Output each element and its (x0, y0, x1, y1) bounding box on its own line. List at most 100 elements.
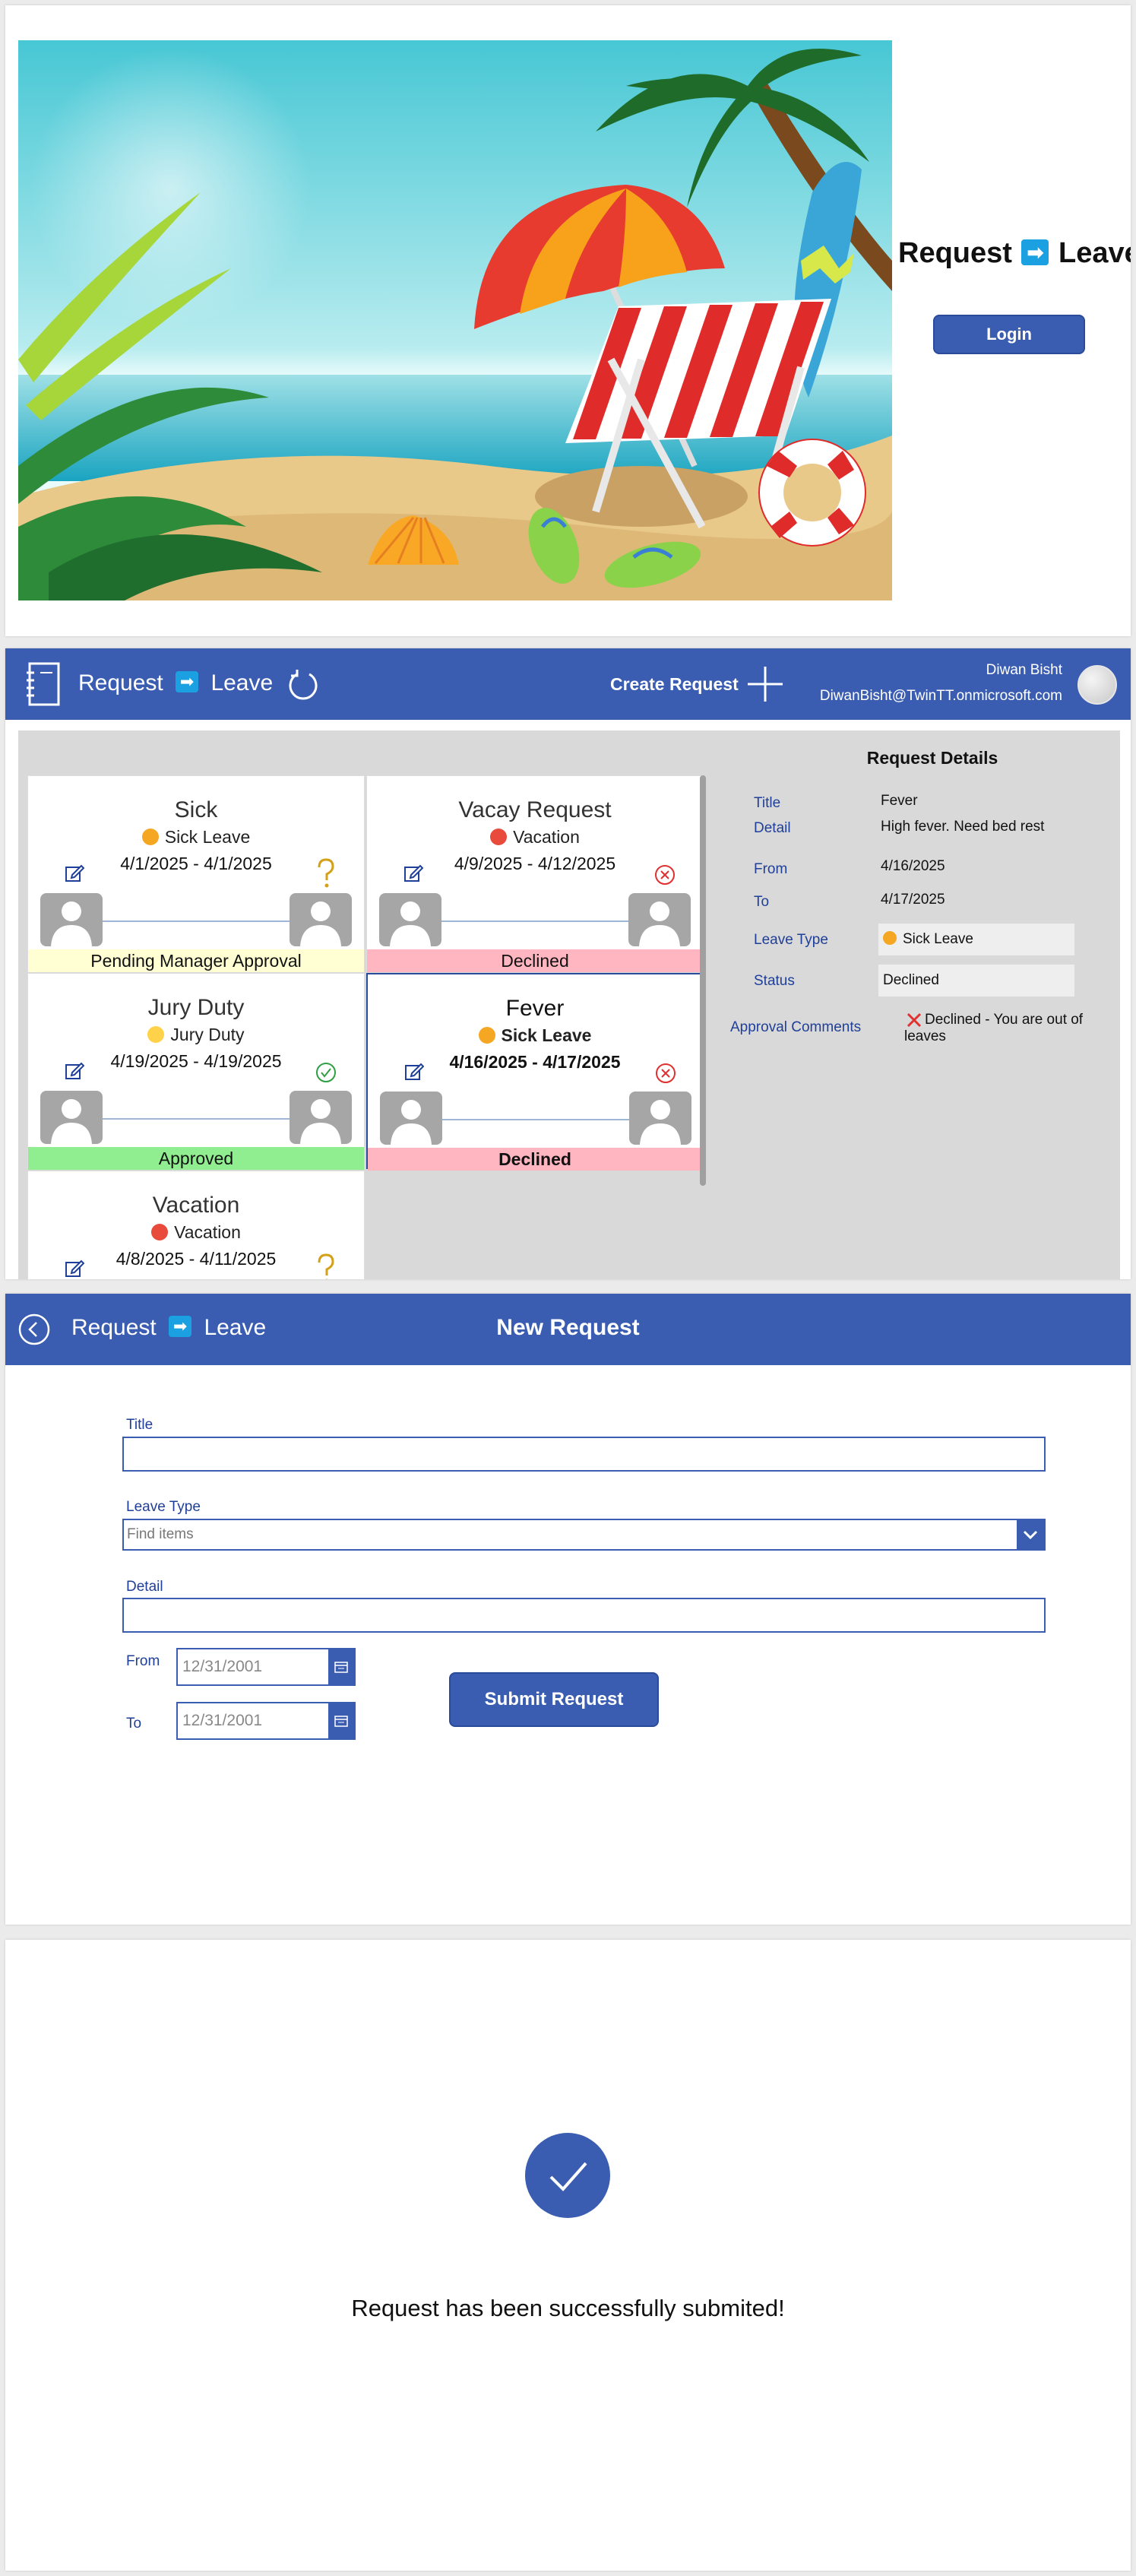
detail-from-value: 4/16/2025 (881, 858, 945, 874)
success-message: Request has been successfully submited! (351, 2295, 785, 2321)
sick-emoji-icon (883, 930, 897, 945)
person-icon (40, 893, 103, 946)
person-icon (40, 1091, 103, 1144)
card-title: Vacay Request (458, 797, 612, 822)
from-date-picker[interactable]: 12/31/2001 (176, 1648, 356, 1686)
detail-leave-type-box: Sick Leave (878, 924, 1074, 955)
card-leave-type-label: Jury Duty (170, 1025, 245, 1044)
brand-prefix: Request (78, 670, 163, 695)
avatar (1077, 665, 1117, 705)
edit-icon[interactable] (65, 1258, 84, 1278)
detail-title-label: Title (754, 795, 781, 811)
gallery-scrollbar[interactable] (700, 775, 706, 1186)
user-name: Diwan Bisht (986, 662, 1062, 678)
check-circle-icon (316, 1063, 336, 1082)
detail-status-value: Declined (878, 965, 1074, 996)
jury-duty-icon (147, 1025, 165, 1043)
leave-type-dropdown[interactable]: Find items (122, 1519, 1046, 1551)
card-leave-type: Sick Leave (28, 827, 364, 848)
chevron-down-icon[interactable] (1017, 1520, 1044, 1549)
success-check-icon (525, 2133, 610, 2218)
brand-suffix: Leave (1058, 237, 1131, 269)
person-icon (380, 1092, 442, 1145)
leave-type-placeholder: Find items (127, 1526, 194, 1542)
card-leave-type-label: Sick Leave (164, 827, 251, 847)
card-title: Vacation (152, 1193, 240, 1218)
question-icon (318, 858, 334, 888)
success-screen: Request has been successfully submited! (5, 1940, 1131, 2571)
detail-comments-value-1: Declined - You are out of (925, 1012, 1084, 1028)
detail-from-label: From (754, 861, 788, 877)
connector-line (103, 1118, 290, 1120)
create-request-label[interactable]: Create Request (610, 674, 739, 695)
card-leave-type-label: Sick Leave (501, 1025, 592, 1045)
card-leave-type-label: Vacation (174, 1222, 241, 1242)
login-screen: Request ➡ Leave Login (5, 5, 1131, 636)
login-button[interactable]: Login (933, 315, 1085, 354)
beach-illustration (18, 40, 892, 600)
calendar-icon[interactable] (328, 1649, 354, 1684)
edit-icon[interactable] (403, 863, 423, 882)
card-title: Fever (505, 996, 565, 1021)
request-list-screen: Request ➡ Leave Create Request Diwan Bis… (5, 648, 1131, 1279)
detail-status-label: Status (754, 973, 795, 989)
detail-input[interactable] (122, 1598, 1046, 1633)
status-bar: Approved (28, 1147, 364, 1170)
details-heading: Request Details (866, 748, 998, 768)
card-title: Jury Duty (147, 995, 245, 1020)
connector-line (103, 920, 290, 922)
card-leave-type: Jury Duty (28, 1025, 364, 1045)
vacation-icon (490, 828, 508, 845)
detail-to-value: 4/17/2025 (881, 892, 945, 908)
person-icon (628, 893, 691, 946)
page-title: New Request (496, 1315, 640, 1340)
edit-icon[interactable] (65, 1060, 84, 1080)
person-icon (629, 1092, 691, 1145)
new-request-screen: Request ➡ Leave New Request Title Leave … (5, 1294, 1131, 1925)
detail-to-label: To (754, 894, 770, 910)
title-label: Title (126, 1417, 153, 1433)
card-leave-type: Vacation (28, 1222, 364, 1243)
request-card[interactable]: Sick Sick Leave 4/1/2025 - 4/1/2025 Pend… (27, 775, 365, 972)
card-leave-type: Sick Leave (368, 1025, 702, 1046)
from-label: From (126, 1653, 160, 1669)
status-bar: Declined (367, 949, 703, 972)
request-card[interactable]: Vacation Vacation 4/8/2025 - 4/11/2025 (27, 1171, 365, 1279)
detail-leave-type-label: Leave Type (754, 932, 828, 948)
header-bar: Request ➡ Leave New Request (5, 1294, 1131, 1365)
to-date-value: 12/31/2001 (182, 1712, 263, 1729)
detail-label: Detail (126, 1579, 163, 1595)
to-date-picker[interactable]: 12/31/2001 (176, 1702, 356, 1740)
leave-type-label: Leave Type (126, 1499, 201, 1515)
detail-comments-label: Approval Comments (730, 1019, 862, 1035)
detail-detail-label: Detail (754, 820, 791, 836)
status-bar: Pending Manager Approval (28, 949, 364, 972)
person-icon (379, 893, 441, 946)
plus-icon[interactable] (746, 665, 784, 703)
request-gallery[interactable]: Sick Sick Leave 4/1/2025 - 4/1/2025 Pend… (27, 775, 706, 1279)
sick-emoji-icon (478, 1026, 495, 1044)
question-icon (318, 1253, 334, 1279)
detail-comments-value-2: leaves (904, 1028, 946, 1044)
request-card[interactable]: Vacay Request Vacation 4/9/2025 - 4/12/2… (366, 775, 704, 972)
to-label: To (126, 1716, 142, 1732)
notebook-icon (27, 662, 60, 706)
app-brand: Request ➡ Leave (898, 237, 1131, 270)
edit-icon[interactable] (404, 1061, 424, 1081)
refresh-icon[interactable] (286, 668, 320, 702)
status-bar: Declined (368, 1148, 702, 1171)
card-title: Sick (174, 797, 218, 822)
title-input[interactable] (122, 1437, 1046, 1472)
brand-suffix: Leave (210, 670, 274, 695)
card-leave-type-label: Vacation (513, 827, 580, 847)
request-card-selected[interactable]: Fever Sick Leave 4/16/2025 - 4/17/2025 D… (366, 973, 704, 1171)
header-bar: Request ➡ Leave Create Request Diwan Bis… (5, 648, 1131, 720)
request-card[interactable]: Jury Duty Jury Duty 4/19/2025 - 4/19/202… (27, 973, 365, 1170)
from-date-value: 12/31/2001 (182, 1658, 263, 1675)
submit-request-button[interactable]: Submit Request (449, 1672, 659, 1727)
calendar-icon[interactable] (328, 1703, 354, 1738)
person-icon (290, 1091, 352, 1144)
person-icon (290, 893, 352, 946)
arrow-right-icon: ➡ (1021, 239, 1049, 265)
edit-icon[interactable] (65, 863, 84, 882)
